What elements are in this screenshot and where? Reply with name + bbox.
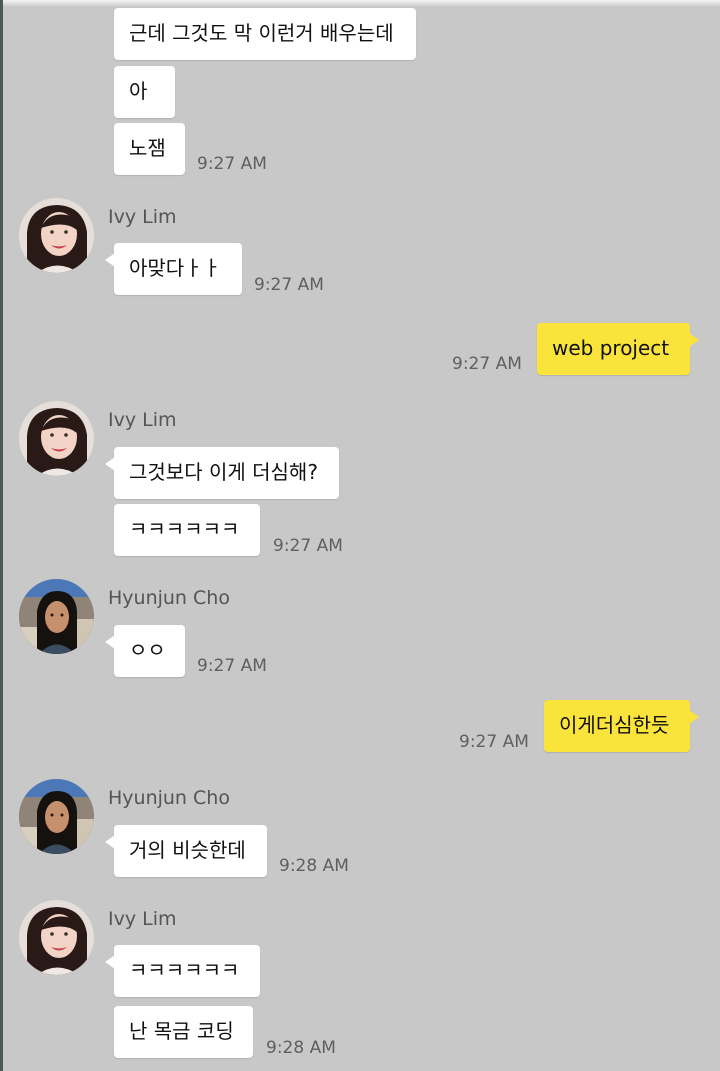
message-bubble[interactable]: 아 bbox=[114, 66, 175, 118]
message-timestamp: 9:27 AM bbox=[459, 732, 529, 752]
sender-name: Ivy Lim bbox=[108, 409, 177, 431]
message-bubble[interactable]: ㅋㅋㅋㅋㅋㅋ bbox=[105, 945, 260, 997]
avatar-ivy-lim-icon[interactable] bbox=[19, 198, 94, 273]
message-bubble[interactable]: ㅇㅇ bbox=[105, 625, 185, 677]
message-bubble[interactable]: 그것보다 이게 더심해? bbox=[105, 447, 339, 499]
message-bubble[interactable]: 근데 그것도 막 이런거 배우는데 bbox=[114, 8, 416, 60]
message-bubble[interactable]: ㅋㅋㅋㅋㅋㅋ bbox=[114, 504, 260, 556]
sender-name: Hyunjun Cho bbox=[108, 787, 230, 809]
message-bubble[interactable]: 난 목금 코딩 bbox=[114, 1006, 253, 1058]
window-top-edge bbox=[0, 0, 720, 6]
message-bubble[interactable]: 노잼 bbox=[114, 123, 185, 175]
message-bubble[interactable]: 아맞다ㅏㅏ bbox=[105, 243, 242, 295]
sender-name: Ivy Lim bbox=[108, 908, 177, 930]
message-timestamp: 9:27 AM bbox=[197, 154, 267, 174]
message-timestamp: 9:27 AM bbox=[452, 354, 522, 374]
avatar-ivy-lim-icon[interactable] bbox=[19, 401, 94, 476]
message-bubble[interactable]: 거의 비슷한데 bbox=[105, 825, 267, 877]
avatar-hyunjun-cho-icon[interactable] bbox=[19, 579, 94, 654]
sender-name: Hyunjun Cho bbox=[108, 587, 230, 609]
message-timestamp: 9:27 AM bbox=[197, 656, 267, 676]
window-left-edge bbox=[0, 0, 3, 1071]
message-timestamp: 9:27 AM bbox=[254, 275, 324, 295]
message-timestamp: 9:28 AM bbox=[266, 1038, 336, 1058]
outgoing-message-bubble[interactable]: 이게더심한듯 bbox=[544, 700, 699, 752]
message-timestamp: 9:27 AM bbox=[273, 536, 343, 556]
outgoing-message-bubble[interactable]: web project bbox=[537, 323, 699, 375]
avatar-hyunjun-cho-icon[interactable] bbox=[19, 779, 94, 854]
avatar-ivy-lim-icon[interactable] bbox=[19, 900, 94, 975]
message-timestamp: 9:28 AM bbox=[279, 856, 349, 876]
sender-name: Ivy Lim bbox=[108, 206, 177, 228]
